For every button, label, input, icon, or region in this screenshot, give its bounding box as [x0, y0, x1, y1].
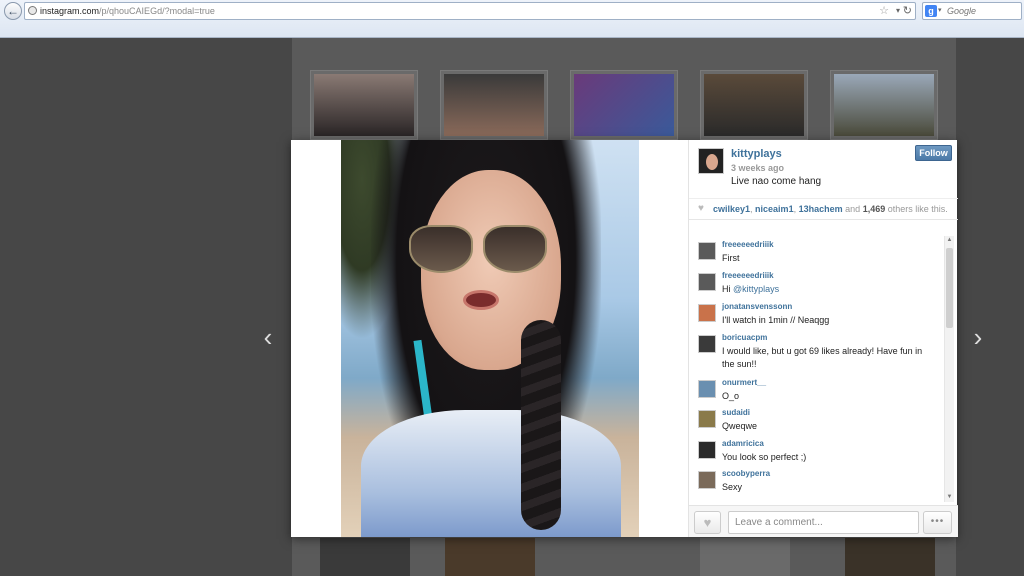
post-modal: kittyplays 3 weeks ago Live nao come han… — [291, 140, 958, 537]
grid-thumbnail[interactable] — [570, 70, 678, 140]
more-options-button[interactable]: ••• — [923, 511, 952, 534]
post-username[interactable]: kittyplays — [731, 148, 782, 160]
post-header: kittyplays 3 weeks ago Live nao come han… — [689, 140, 958, 198]
search-placeholder: Google — [947, 6, 977, 16]
sunglasses — [409, 225, 549, 275]
search-engine-dropdown-icon[interactable]: ▾ — [938, 3, 942, 19]
comment-avatar[interactable] — [698, 335, 716, 353]
avatar[interactable] — [698, 148, 724, 174]
address-bar[interactable]: instagram.com/p/qhouCAIEGd/?modal=true ☆… — [24, 2, 916, 20]
bookmark-star-icon[interactable]: ☆ — [879, 3, 889, 19]
like-user[interactable]: cwilkey1 — [713, 204, 750, 214]
comment-avatar[interactable] — [698, 304, 716, 322]
scroll-down-arrow-icon[interactable]: ▼ — [945, 493, 954, 502]
comment-username[interactable]: sudaidi — [722, 408, 750, 417]
grid-thumbnail[interactable] — [445, 538, 535, 576]
comment-text: O_o — [722, 391, 740, 401]
grid-thumbnail[interactable] — [700, 70, 808, 140]
photo-area — [291, 140, 688, 537]
grid-thumbnail[interactable] — [320, 538, 410, 576]
like-heart-icon[interactable]: ♥ — [694, 511, 721, 534]
comment-text: Sexy — [722, 482, 743, 492]
grid-thumbnail[interactable] — [310, 70, 418, 140]
google-icon[interactable]: g — [925, 5, 937, 17]
chevron-left-icon[interactable]: ‹ — [258, 320, 278, 354]
comment-text: I'll watch in 1min // Neaqgg — [722, 315, 830, 325]
post-caption: Live nao come hang — [731, 176, 822, 187]
like-user[interactable]: 13hachem — [799, 204, 843, 214]
grid-thumbnail[interactable] — [700, 538, 790, 576]
globe-icon — [28, 6, 37, 15]
comment-text: Hi @kittyplays — [722, 284, 780, 294]
comment-avatar[interactable] — [698, 410, 716, 428]
comment-username[interactable]: jonatansvenssonn — [722, 302, 792, 311]
comment-avatar[interactable] — [698, 380, 716, 398]
scroll-up-arrow-icon[interactable]: ▲ — [945, 236, 954, 245]
like-user[interactable]: niceaim1 — [755, 204, 794, 214]
comment-avatar[interactable] — [698, 471, 716, 489]
heart-icon: ♥ — [698, 203, 704, 214]
comment-username[interactable]: freeeeeedriiik — [722, 240, 774, 249]
browser-chrome: ← instagram.com/p/qhouCAIEGd/?modal=true… — [0, 0, 1024, 38]
comment-username[interactable]: boricuacpm — [722, 333, 767, 342]
comment-avatar[interactable] — [698, 273, 716, 291]
dropdown-icon[interactable]: ▾ — [896, 3, 900, 19]
comment-username[interactable]: onurmert__ — [722, 378, 766, 387]
likes-count[interactable]: 1,469 — [863, 204, 886, 214]
comments-scrollbar[interactable]: ▲ ▼ — [944, 236, 954, 502]
back-arrow-icon[interactable]: ← — [4, 2, 22, 20]
post-sidebar: kittyplays 3 weeks ago Live nao come han… — [688, 140, 958, 537]
grid-thumbnail[interactable] — [830, 70, 938, 140]
mention-link[interactable]: @kittyplays — [733, 284, 779, 294]
post-timestamp[interactable]: 3 weeks ago — [731, 163, 784, 173]
comments-list: freeeeeedriiik First freeeeeedriiik Hi @… — [689, 236, 944, 502]
comment-username[interactable]: scoobyperra — [722, 469, 770, 478]
chevron-right-icon[interactable]: › — [968, 320, 988, 354]
comment-username[interactable]: adamricica — [722, 439, 764, 448]
reload-icon[interactable]: ↻ — [903, 3, 912, 19]
comment-text: Qweqwe — [722, 421, 758, 431]
comment-text: First — [722, 253, 740, 263]
follow-button[interactable]: Follow — [915, 145, 952, 161]
scroll-thumb[interactable] — [946, 248, 953, 328]
comment-username[interactable]: freeeeeedriiik — [722, 271, 774, 280]
comment-avatar[interactable] — [698, 242, 716, 260]
search-bar[interactable]: g ▾ Google — [922, 2, 1022, 20]
grid-thumbnail[interactable] — [845, 538, 935, 576]
comment-input[interactable] — [728, 511, 919, 534]
url-text: instagram.com/p/qhouCAIEGd/?modal=true — [40, 6, 215, 16]
grid-thumbnail[interactable] — [440, 70, 548, 140]
post-photo[interactable] — [341, 140, 639, 537]
likes-line: ♥ cwilkey1, niceaim1, 13hachem and 1,469… — [689, 198, 958, 220]
comment-text: You look so perfect ;) — [722, 452, 807, 462]
comment-text: I would like, but u got 69 likes already… — [722, 346, 923, 369]
comment-footer: ♥ ••• — [689, 505, 958, 537]
comment-avatar[interactable] — [698, 441, 716, 459]
